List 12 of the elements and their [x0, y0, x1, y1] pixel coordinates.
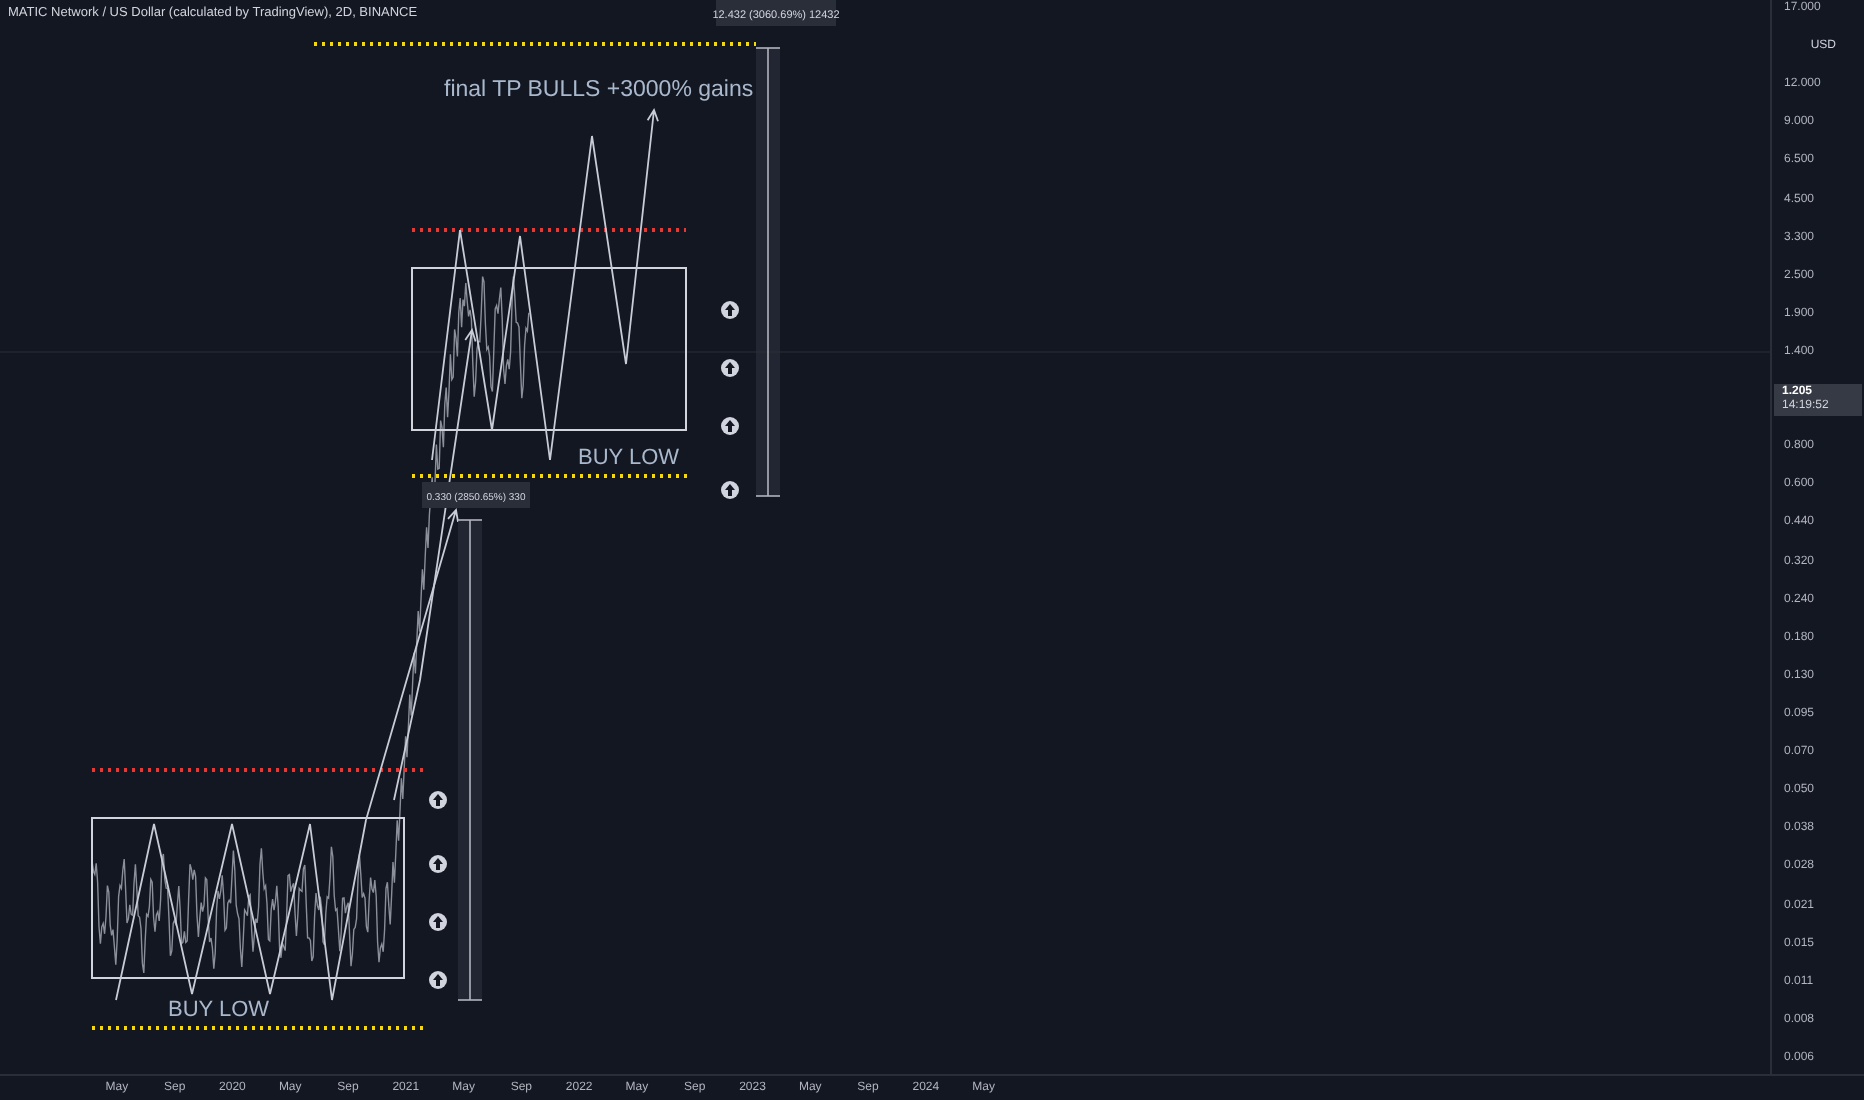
arrow-up-circle-icon: [429, 855, 447, 873]
arrow-up-circle-icon: [429, 913, 447, 931]
buy-low-label: BUY LOW: [168, 998, 270, 1022]
arrow-up-circle-icon: [721, 301, 739, 319]
buy-low-label: BUY LOW: [578, 446, 680, 470]
arrow-up-circle-icon: [721, 481, 739, 499]
arrow-up-circle-icon: [429, 971, 447, 989]
measure-label: [422, 482, 530, 508]
arrow-up-circle-icon: [721, 359, 739, 377]
target-label: final TP BULLS +3000% gains: [444, 78, 754, 102]
arrow-up-circle-icon: [429, 791, 447, 809]
arrow-up-circle-icon: [721, 417, 739, 435]
